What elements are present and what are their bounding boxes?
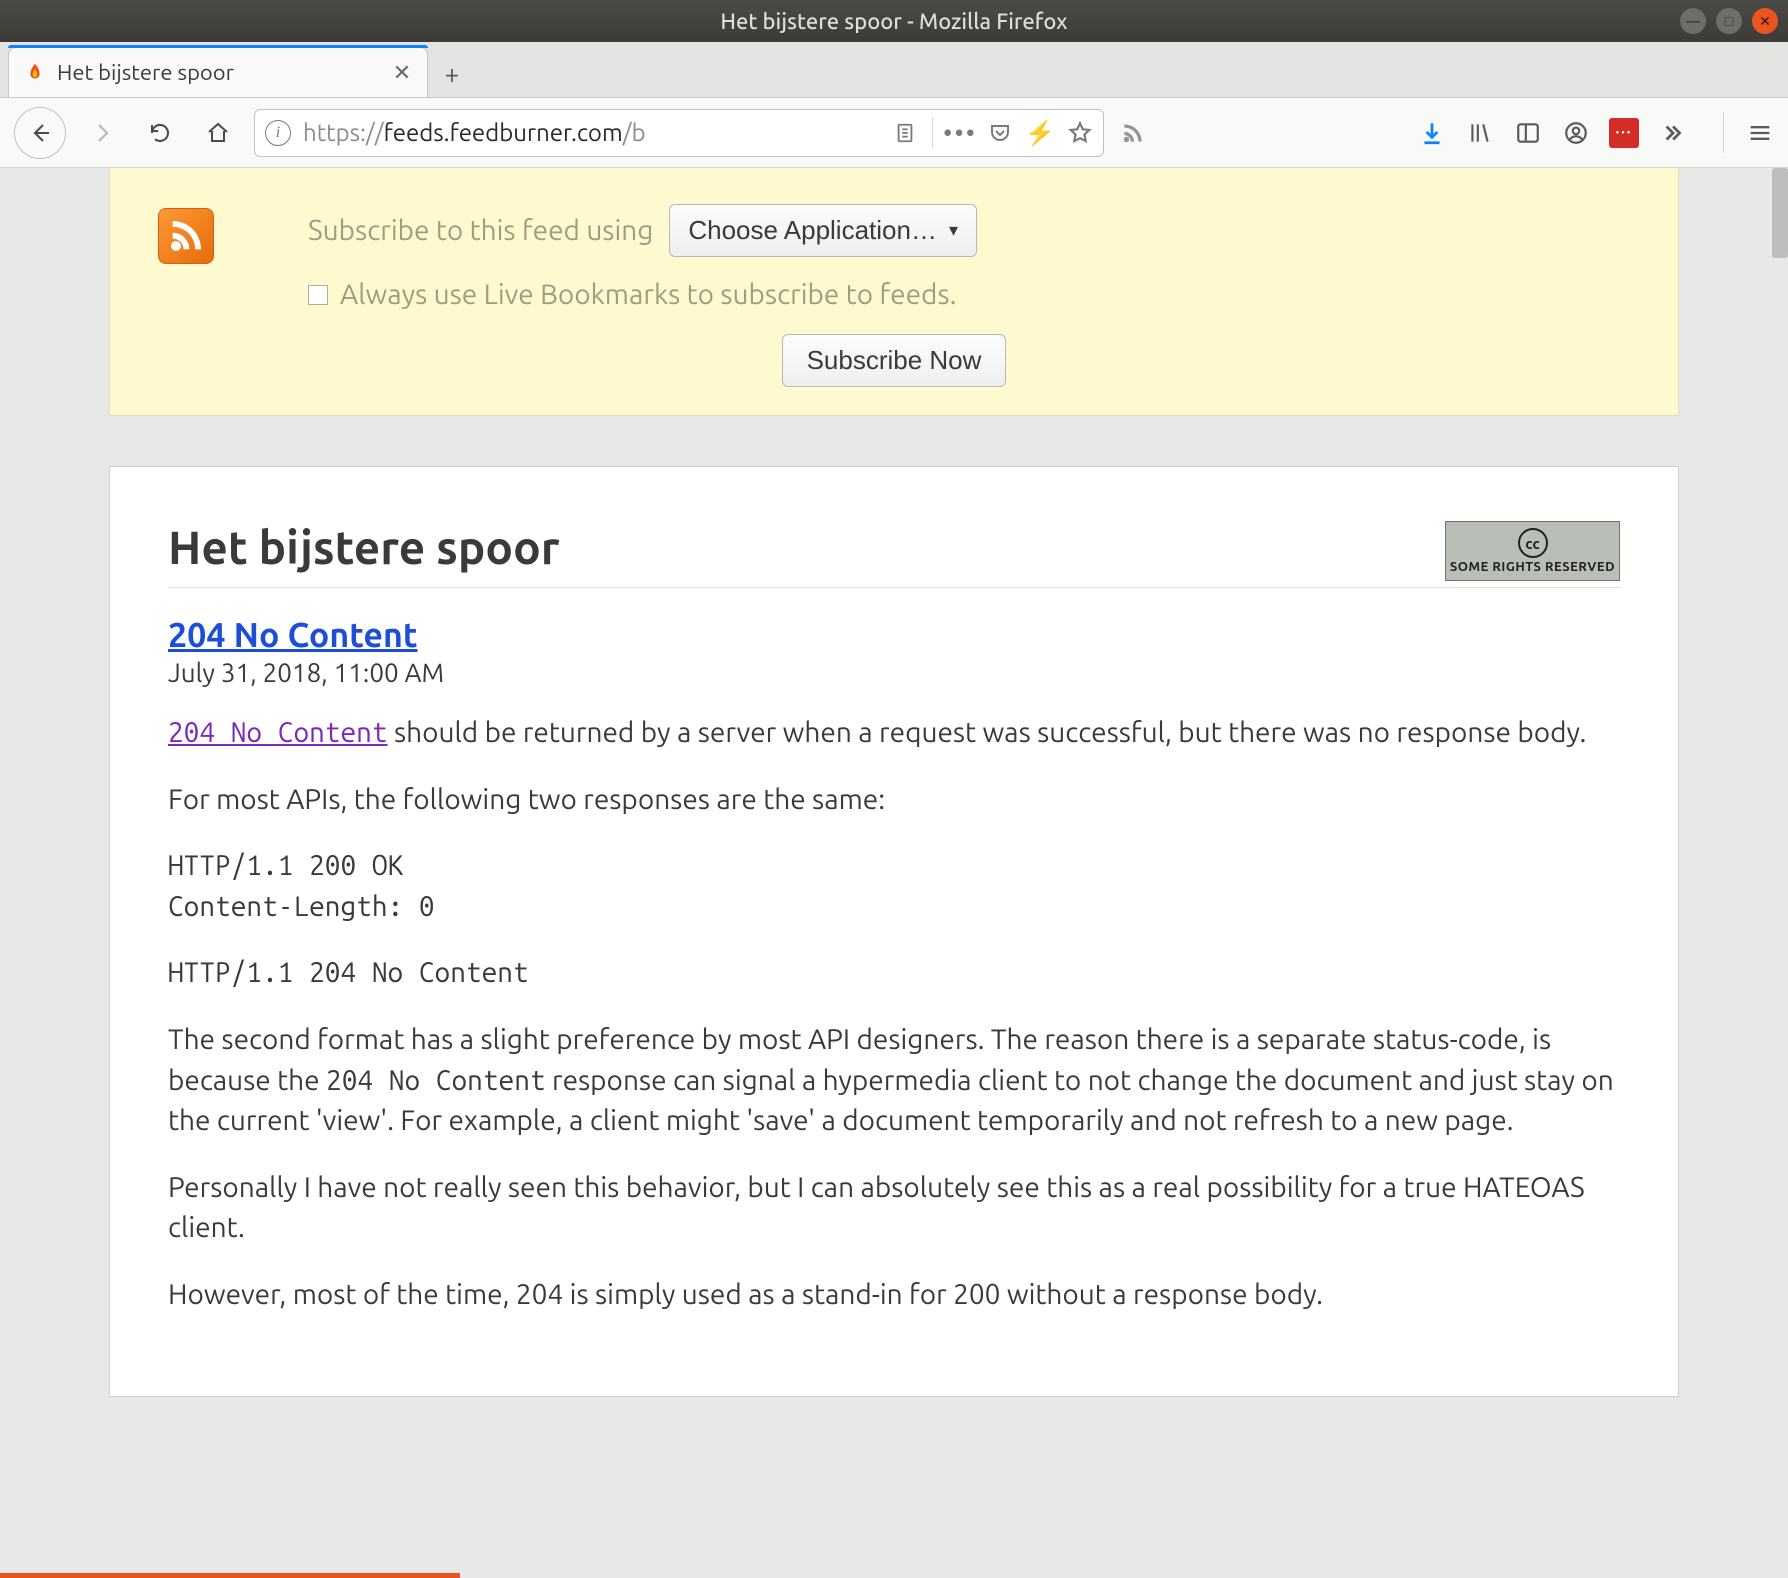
entry-p5: However, most of the time, 204 is simply… xyxy=(168,1275,1620,1316)
window-minimize-button[interactable]: — xyxy=(1680,8,1706,34)
rss-icon xyxy=(158,208,214,264)
browser-tab[interactable]: Het bijstere spoor ✕ xyxy=(8,47,428,97)
forward-button xyxy=(80,111,124,155)
entry-pre1: HTTP/1.1 200 OK Content-Length: 0 xyxy=(168,846,1620,927)
entry-p1: 204 No Content should be returned by a s… xyxy=(168,713,1620,754)
inline-code: 204 No Content xyxy=(326,1065,546,1096)
back-button[interactable] xyxy=(14,107,66,159)
feed-content: Het bijstere spoor cc SOME RIGHTS RESERV… xyxy=(109,466,1679,1397)
feedburner-favicon-icon xyxy=(23,61,47,85)
cc-license-badge[interactable]: cc SOME RIGHTS RESERVED xyxy=(1445,521,1620,581)
always-use-checkbox[interactable] xyxy=(308,285,328,305)
entry-p3: The second format has a slight preferenc… xyxy=(168,1020,1620,1142)
navigation-toolbar: i https://feeds.feedburner.com/b ••• ⚡ xyxy=(0,98,1788,168)
menu-button[interactable] xyxy=(1723,113,1774,153)
tab-strip: Het bijstere spoor ✕ + xyxy=(0,42,1788,98)
separator xyxy=(932,118,933,148)
subscribe-row: Subscribe to this feed using Choose Appl… xyxy=(308,204,1630,257)
tab-close-button[interactable]: ✕ xyxy=(391,62,413,84)
content-area: Subscribe to this feed using Choose Appl… xyxy=(0,168,1788,1578)
always-use-label: Always use Live Bookmarks to subscribe t… xyxy=(340,279,956,310)
address-bar[interactable]: i https://feeds.feedburner.com/b ••• ⚡ xyxy=(254,109,1104,157)
window-controls: — □ ✕ xyxy=(1680,8,1778,34)
amp-bolt-icon[interactable]: ⚡ xyxy=(1027,120,1053,146)
site-info-icon[interactable]: i xyxy=(265,120,291,146)
choose-application-dropdown[interactable]: Choose Application… ▾ xyxy=(669,204,977,257)
window-title: Het bijstere spoor - Mozilla Firefox xyxy=(720,9,1067,34)
window-titlebar: Het bijstere spoor - Mozilla Firefox — □… xyxy=(0,0,1788,42)
scrollbar-thumb[interactable] xyxy=(1772,168,1788,258)
url-actions: ••• ⚡ xyxy=(892,118,1093,148)
subscribe-now-button[interactable]: Subscribe Now xyxy=(782,334,1007,387)
chevron-down-icon: ▾ xyxy=(949,220,958,241)
tab-title: Het bijstere spoor xyxy=(57,60,381,85)
window-close-button[interactable]: ✕ xyxy=(1752,8,1778,34)
cc-text: SOME RIGHTS RESERVED xyxy=(1450,560,1615,574)
pocket-icon[interactable] xyxy=(987,120,1013,146)
feed-title: Het bijstere spoor xyxy=(168,521,560,573)
page-load-progress xyxy=(0,1573,460,1578)
entry-pre2: HTTP/1.1 204 No Content xyxy=(168,953,1620,994)
status-code-link[interactable]: 204 No Content xyxy=(168,717,388,748)
account-icon[interactable] xyxy=(1561,118,1591,148)
cc-logo-icon: cc xyxy=(1518,528,1548,558)
entry-date: July 31, 2018, 11:00 AM xyxy=(168,658,1620,687)
window-maximize-button[interactable]: □ xyxy=(1716,8,1742,34)
entry-title: 204 No Content xyxy=(168,616,1620,654)
entry-title-link[interactable]: 204 No Content xyxy=(168,616,418,654)
lastpass-icon[interactable]: ••• xyxy=(1609,118,1639,148)
toolbar-right: ••• xyxy=(1417,113,1774,153)
new-tab-button[interactable]: + xyxy=(428,49,476,97)
choose-application-label: Choose Application… xyxy=(688,215,937,246)
feed-header: Het bijstere spoor cc SOME RIGHTS RESERV… xyxy=(168,521,1620,588)
sidebar-icon[interactable] xyxy=(1513,118,1543,148)
downloads-icon[interactable] xyxy=(1417,118,1447,148)
entry-p2: For most APIs, the following two respons… xyxy=(168,780,1620,821)
entry-body: 204 No Content should be returned by a s… xyxy=(168,713,1620,1316)
home-button[interactable] xyxy=(196,111,240,155)
subscribe-label: Subscribe to this feed using xyxy=(308,215,653,246)
overflow-icon[interactable] xyxy=(1657,118,1687,148)
library-icon[interactable] xyxy=(1465,118,1495,148)
entry-p4: Personally I have not really seen this b… xyxy=(168,1168,1620,1249)
rss-subscribe-icon[interactable] xyxy=(1118,118,1148,148)
url-text: https://feeds.feedburner.com/b xyxy=(303,119,880,146)
reader-mode-icon[interactable] xyxy=(892,120,918,146)
feed-subscribe-panel: Subscribe to this feed using Choose Appl… xyxy=(109,168,1679,416)
always-use-row: Always use Live Bookmarks to subscribe t… xyxy=(308,279,1630,310)
reload-button[interactable] xyxy=(138,111,182,155)
page-actions-icon[interactable]: ••• xyxy=(947,120,973,146)
bookmark-star-icon[interactable] xyxy=(1067,120,1093,146)
